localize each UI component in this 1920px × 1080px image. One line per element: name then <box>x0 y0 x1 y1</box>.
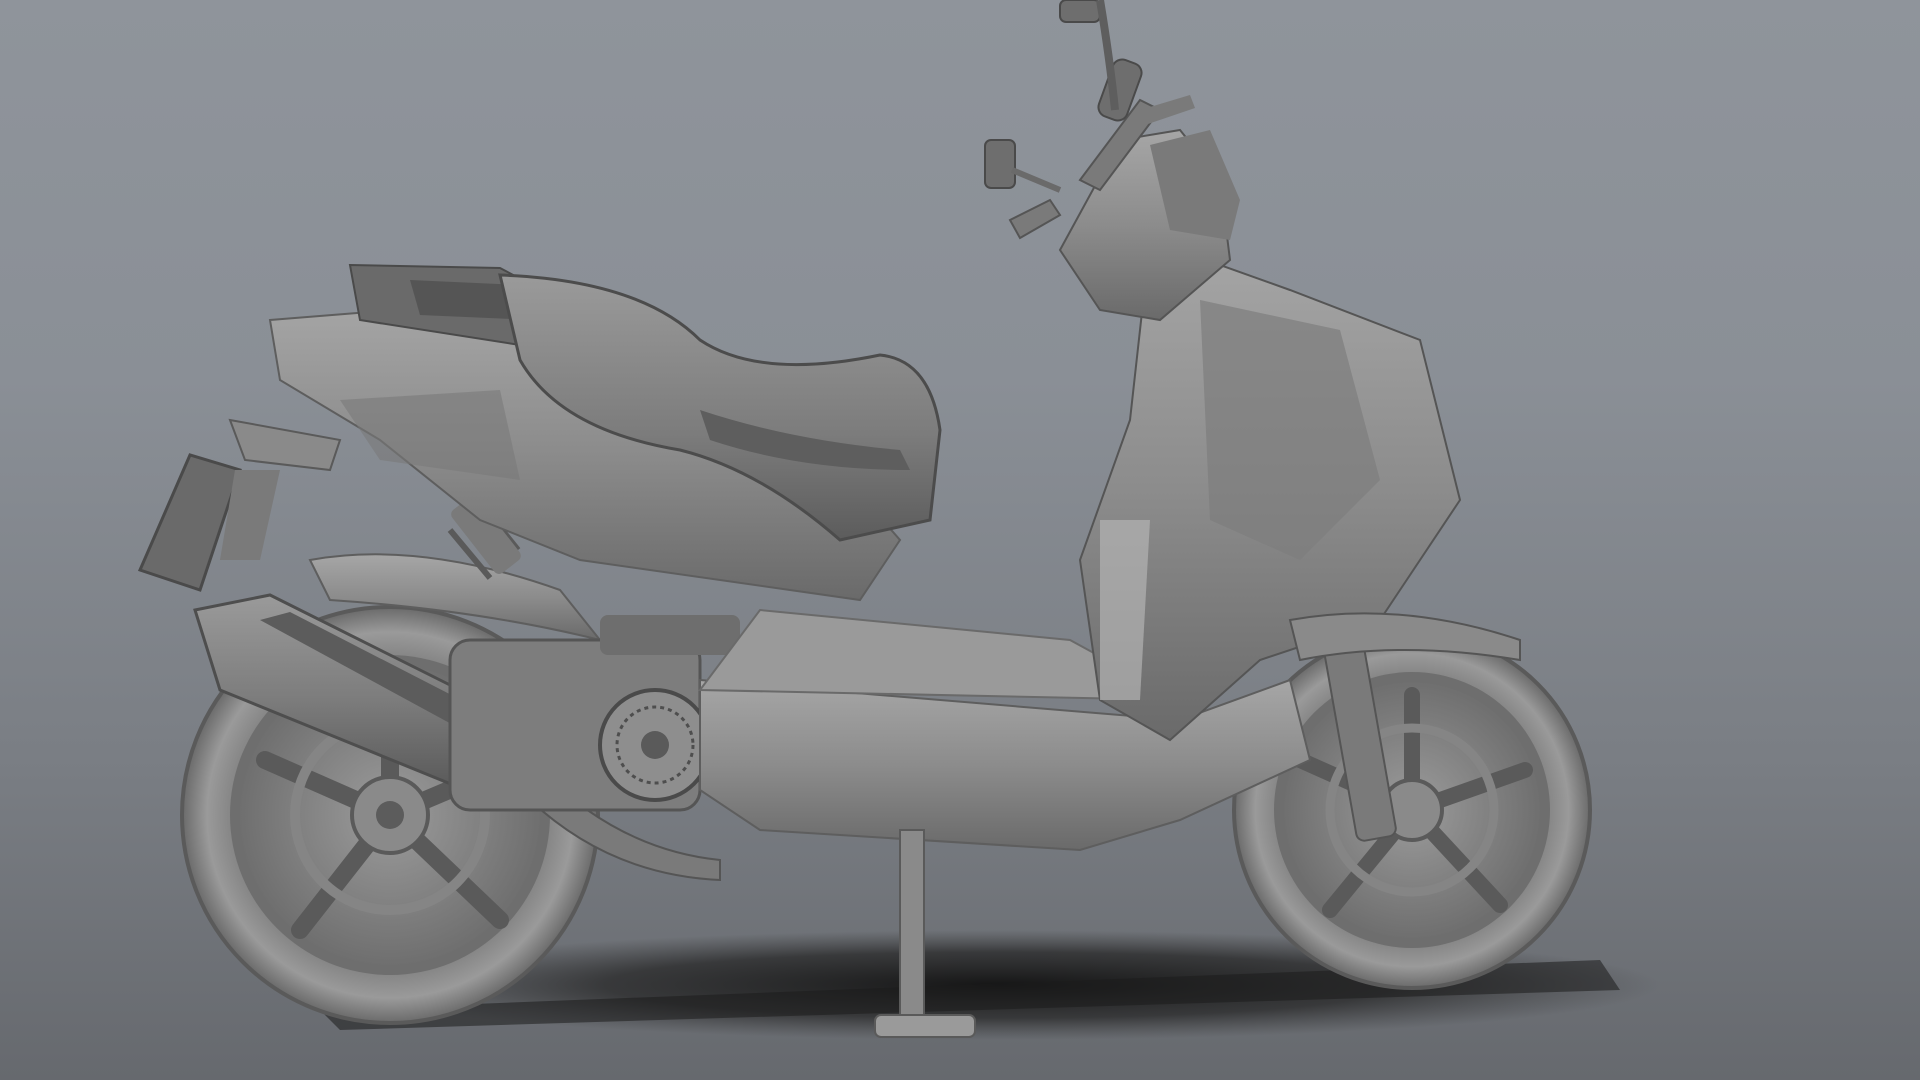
scooter-model-render <box>137 0 1660 1040</box>
left-mirror <box>984 139 1062 193</box>
engine-block <box>448 615 740 812</box>
3d-viewport[interactable] <box>0 0 1920 1080</box>
license-plate-holder <box>137 418 342 592</box>
